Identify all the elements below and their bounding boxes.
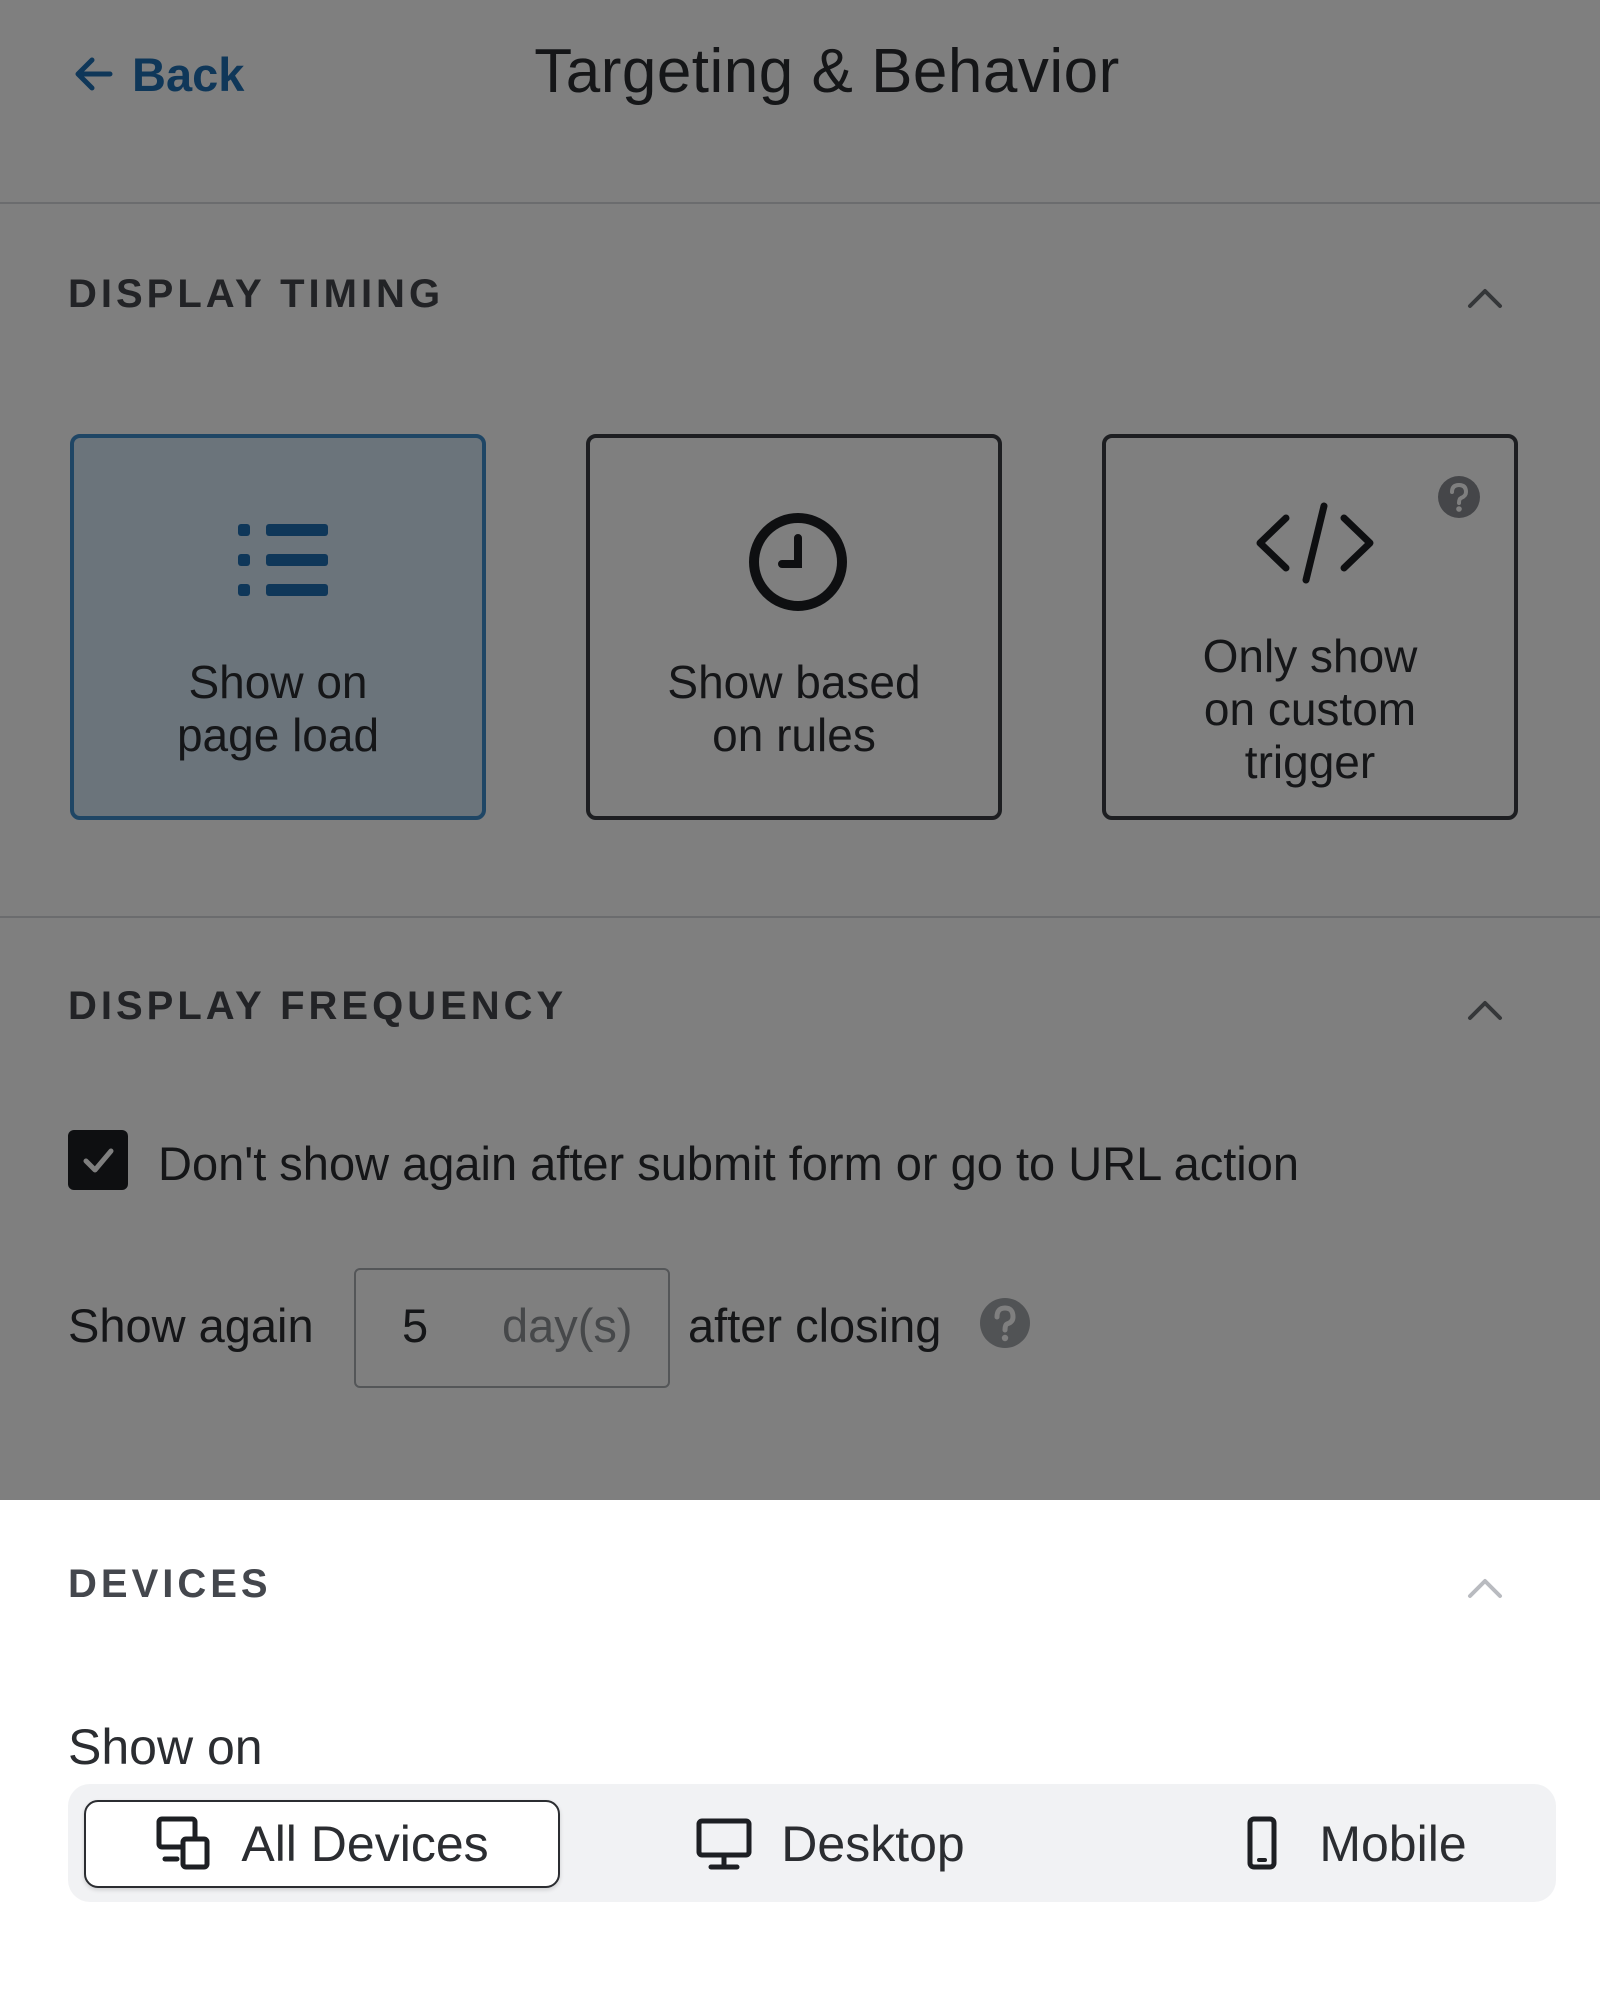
timing-option-label: Show on page load xyxy=(176,656,380,761)
code-icon xyxy=(1256,502,1374,584)
device-option-mobile[interactable]: Mobile xyxy=(1140,1800,1560,1888)
help-icon[interactable] xyxy=(978,1296,1032,1350)
timing-option-custom-trigger[interactable]: Only show on custom trigger xyxy=(1102,434,1518,820)
chevron-up-icon[interactable] xyxy=(1462,1566,1508,1612)
device-option-desktop[interactable]: Desktop xyxy=(620,1800,1040,1888)
devices-title: DEVICES xyxy=(68,1562,272,1606)
device-option-all-devices[interactable]: All Devices xyxy=(84,1800,560,1888)
clock-icon xyxy=(749,513,847,611)
show-again-label: Show again xyxy=(68,1299,314,1352)
display-frequency-title: DISPLAY FREQUENCY xyxy=(68,984,568,1028)
all-devices-icon xyxy=(156,1816,210,1870)
desktop-icon xyxy=(696,1818,752,1870)
after-closing-label: after closing xyxy=(688,1299,942,1352)
help-icon[interactable] xyxy=(1436,474,1482,520)
mobile-icon xyxy=(1247,1816,1277,1870)
timing-option-page-load[interactable]: Show on page load xyxy=(70,434,486,820)
chevron-up-icon[interactable] xyxy=(1462,276,1508,322)
checkmark-icon xyxy=(83,1148,114,1173)
chevron-up-icon[interactable] xyxy=(1462,988,1508,1034)
device-option-label: All Devices xyxy=(241,1816,489,1872)
display-timing-title: DISPLAY TIMING xyxy=(68,272,445,316)
section-divider xyxy=(0,916,1600,918)
timing-option-rules[interactable]: Show based on rules xyxy=(586,434,1002,820)
timing-option-label: Only show on custom trigger xyxy=(1202,630,1418,788)
dont-show-again-label: Don't show again after submit form or go… xyxy=(158,1137,1299,1190)
list-icon xyxy=(238,524,328,596)
dont-show-again-checkbox[interactable] xyxy=(68,1130,128,1190)
device-option-label: Mobile xyxy=(1319,1816,1467,1872)
page-title: Targeting & Behavior xyxy=(534,37,1120,106)
device-option-label: Desktop xyxy=(781,1816,965,1872)
timing-option-label: Show based on rules xyxy=(667,656,921,761)
show-again-days-value: 5 xyxy=(402,1299,429,1352)
show-on-label: Show on xyxy=(68,1719,263,1775)
show-again-days-unit: day(s) xyxy=(502,1299,633,1352)
